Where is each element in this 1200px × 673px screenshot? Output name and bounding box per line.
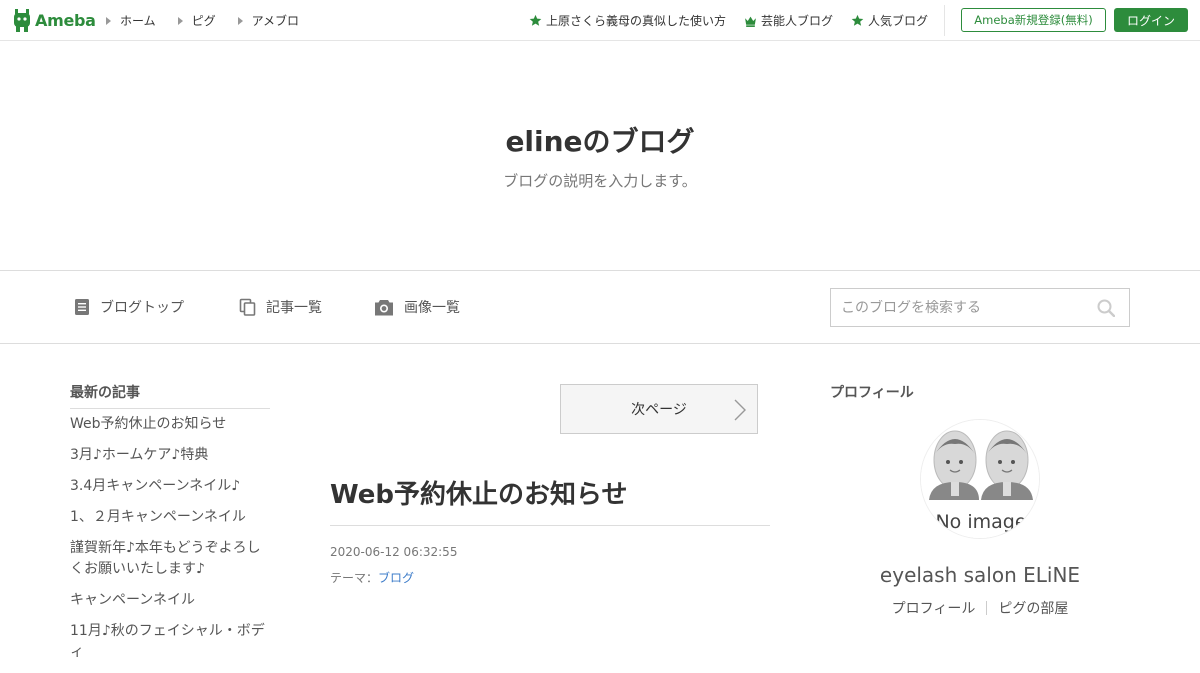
divider <box>70 408 270 409</box>
theme-link[interactable]: ブログ <box>378 571 414 585</box>
next-page-label: 次ページ <box>631 402 687 418</box>
image-list-link[interactable]: 画像一覧 <box>374 297 460 317</box>
star-icon <box>851 14 864 26</box>
ameba-mascot-icon <box>14 9 30 32</box>
header-link-label: 人気ブログ <box>867 14 928 28</box>
star-icon <box>529 14 542 26</box>
document-icon <box>75 299 89 315</box>
divider <box>944 5 945 36</box>
header-link-label: 芸能人ブログ <box>760 14 833 28</box>
header-link-label: 上原さくら義母の真似した使い方 <box>545 14 726 28</box>
recent-entry-link[interactable]: 11月♪秋のフェイシャル・ボディ <box>70 621 270 673</box>
blog-nav-label: ブログトップ <box>100 300 184 316</box>
nav-label: アメブロ <box>251 14 300 28</box>
recent-entry-link[interactable]: 3.4月キャンペーンネイル♪ <box>70 476 270 507</box>
header-links: 上原さくら義母の真似した使い方 芸能人ブログ 人気ブログ <box>511 12 928 29</box>
no-image-avatar: No image <box>921 420 1039 538</box>
avatar[interactable]: No image <box>920 419 1040 539</box>
entry-theme: テーマ：ブログ <box>330 569 414 586</box>
nav-label: ピグ <box>191 14 216 28</box>
triangle-icon <box>237 16 243 25</box>
recent-entry-link[interactable]: 3月♪ホームケア♪特典 <box>70 445 270 476</box>
nav-ameblo[interactable]: アメブロ <box>237 12 300 29</box>
recent-entry-link[interactable]: キャンペーンネイル <box>70 590 270 621</box>
nav-pigg[interactable]: ピグ <box>177 12 216 29</box>
profile-title: プロフィール <box>830 385 914 401</box>
blog-title[interactable]: elineのブログ <box>0 120 1200 160</box>
logo-text: Ameba <box>35 10 96 30</box>
avatar-text: No image <box>935 511 1026 533</box>
recent-entry-link[interactable]: Web予約休止のお知らせ <box>70 414 270 445</box>
camera-icon <box>375 299 393 315</box>
header-link-celebrity[interactable]: 芸能人ブログ <box>744 12 833 29</box>
header-link-popular[interactable]: 人気ブログ <box>851 12 928 29</box>
entry-title[interactable]: Web予約休止のお知らせ <box>330 474 627 511</box>
blog-nav: ブログトップ 記事一覧 画像一覧 <box>0 270 1200 344</box>
recent-entry-link[interactable]: 謹賀新年♪本年もどうぞよろしくお願いいたします♪ <box>70 538 270 590</box>
chevron-right-icon <box>734 399 746 421</box>
blog-nav-label: 記事一覧 <box>266 300 322 316</box>
crown-icon <box>745 16 756 27</box>
recent-entry-link[interactable]: 1、２月キャンペーンネイル <box>70 507 270 538</box>
profile-link[interactable]: プロフィール <box>881 598 987 618</box>
next-page-button[interactable]: 次ページ <box>560 384 758 434</box>
theme-prefix: テーマ： <box>330 571 379 585</box>
ameba-logo[interactable]: Ameba <box>12 7 96 33</box>
blog-nav-label: 画像一覧 <box>404 300 460 316</box>
global-nav: ホーム ピグ アメブロ <box>106 12 321 29</box>
copy-icon <box>239 298 256 316</box>
entry-list-link[interactable]: 記事一覧 <box>239 297 322 317</box>
pigg-room-link[interactable]: ピグの部屋 <box>987 598 1079 618</box>
blog-top-link[interactable]: ブログトップ <box>74 297 184 317</box>
search-input[interactable] <box>841 299 1091 316</box>
nav-home[interactable]: ホーム <box>106 12 156 29</box>
blog-search <box>830 288 1130 327</box>
profile-links: プロフィール ピグの部屋 <box>830 598 1130 618</box>
divider <box>330 525 770 526</box>
triangle-icon <box>106 16 111 25</box>
entry-date: 2020-06-12 06:32:55 <box>330 545 458 559</box>
recent-entries-title: 最新の記事 <box>70 385 140 401</box>
search-icon[interactable] <box>1097 299 1115 317</box>
triangle-icon <box>177 16 183 25</box>
recent-entries-list: Web予約休止のお知らせ 3月♪ホームケア♪特典 3.4月キャンペーンネイル♪ … <box>70 414 270 673</box>
blog-description: ブログの説明を入力します。 <box>503 172 697 190</box>
login-button[interactable]: ログイン <box>1114 8 1188 32</box>
header-link-trend[interactable]: 上原さくら義母の真似した使い方 <box>529 12 726 29</box>
global-header: Ameba ホーム ピグ アメブロ 上原さくら義母の真似した使い方 芸能人ブログ… <box>0 0 1200 41</box>
nav-label: ホーム <box>120 14 156 28</box>
register-button[interactable]: Ameba新規登録(無料) <box>961 8 1106 32</box>
profile-name[interactable]: eyelash salon ELiNE <box>830 563 1130 587</box>
